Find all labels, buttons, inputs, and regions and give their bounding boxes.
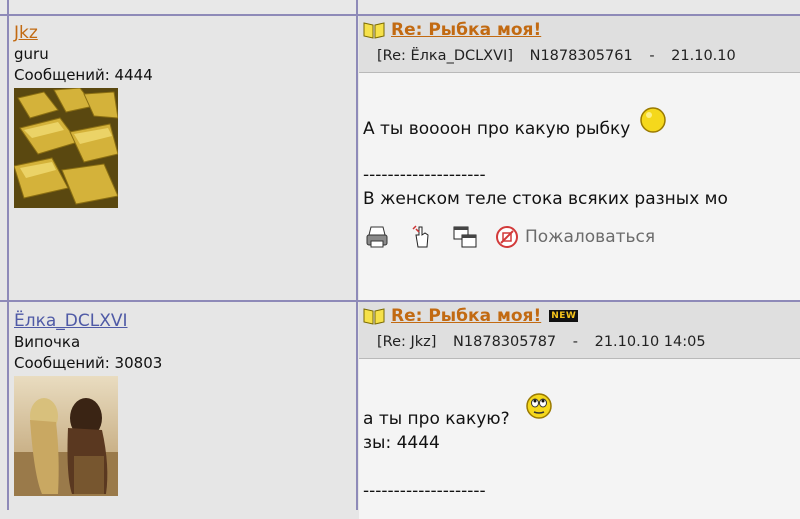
post-text: а ты про какую? <box>363 409 510 429</box>
author-rank: Випочка <box>14 333 81 351</box>
report-icon <box>496 226 518 248</box>
post-header: Re: Рыбка моя! [Re: Ёлка_DCLXVI] N187830… <box>359 16 800 73</box>
report-label: Пожаловаться <box>525 227 656 247</box>
post-text: А ты воооон про какую рыбку <box>363 119 631 139</box>
avatar <box>14 88 118 208</box>
post-body: А ты воооон про какую рыбку ------------… <box>359 73 800 300</box>
post-title-link[interactable]: Re: Рыбка моя! <box>391 20 541 40</box>
post-date: 21.10.10 14:05 <box>594 334 706 350</box>
yellow-smiley-icon <box>640 107 667 133</box>
post-actions: Пожаловаться <box>363 223 800 251</box>
avatar <box>14 376 118 496</box>
report-link[interactable]: Пожаловаться <box>495 225 655 249</box>
reply-hand-icon[interactable] <box>407 223 435 251</box>
book-icon <box>363 308 385 325</box>
signature-separator: -------------------- <box>363 165 486 185</box>
previous-row-footer <box>0 0 800 14</box>
post-date: 21.10.10 <box>671 48 736 64</box>
print-icon[interactable] <box>363 223 391 251</box>
post-text: зы: 4444 <box>363 433 440 453</box>
post-title-link[interactable]: Re: Рыбка моя! <box>391 306 541 326</box>
new-badge: NEW <box>549 310 579 322</box>
signature-text: В женском теле стока всяких разных мо <box>363 189 728 209</box>
post-id: N1878305787 <box>453 334 557 350</box>
book-icon <box>363 22 385 39</box>
post-author-block: Ёлка_DCLXVI Випочка Сообщений: 30803 <box>14 310 344 496</box>
author-link[interactable]: Ёлка_DCLXVI <box>14 310 344 332</box>
post-id: N1878305761 <box>529 48 633 64</box>
signature-separator: -------------------- <box>363 481 486 501</box>
column-border <box>356 0 358 510</box>
reply-to: [Re: Jkz] <box>377 334 437 350</box>
message-count: Сообщений: 4444 <box>14 66 153 84</box>
post-author-block: Jkz guru Сообщений: 4444 <box>14 22 344 208</box>
rolling-eyes-smiley-icon <box>525 393 552 419</box>
quote-windows-icon[interactable] <box>451 223 479 251</box>
author-rank: guru <box>14 45 49 63</box>
author-link[interactable]: Jkz <box>14 22 344 44</box>
reply-to: [Re: Ёлка_DCLXVI] <box>377 48 513 64</box>
post: Re: Рыбка моя! [Re: Ёлка_DCLXVI] N187830… <box>359 16 800 300</box>
column-border <box>7 0 9 510</box>
post: Re: Рыбка моя! NEW [Re: Jkz] N1878305787… <box>359 302 800 519</box>
message-count: Сообщений: 30803 <box>14 354 163 372</box>
post-meta: [Re: Ёлка_DCLXVI] N1878305761 - 21.10.10 <box>377 48 736 64</box>
post-body: а ты про какую? зы: 4444 ---------------… <box>359 359 800 519</box>
post-meta: [Re: Jkz] N1878305787 - 21.10.10 14:05 <box>377 334 706 350</box>
post-header: Re: Рыбка моя! NEW [Re: Jkz] N1878305787… <box>359 302 800 359</box>
